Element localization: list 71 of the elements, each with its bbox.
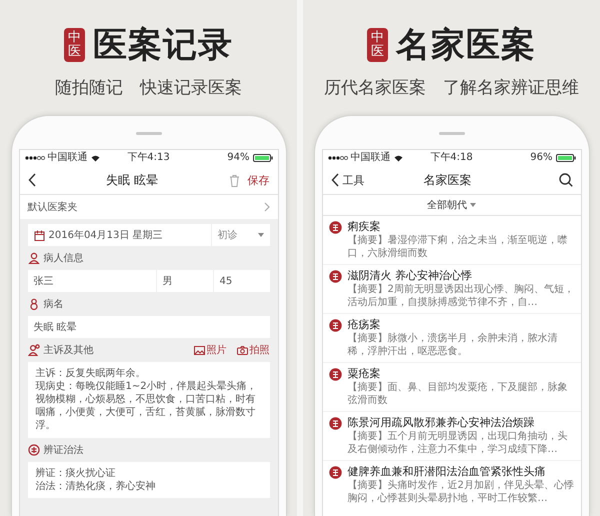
gourd-icon bbox=[28, 298, 40, 310]
text-area[interactable]: 辨证：痰火扰心证 治法：清热化痰，养心安神 bbox=[28, 462, 270, 498]
signal-icon bbox=[328, 155, 348, 161]
screen-title: 名家医案 bbox=[422, 172, 472, 188]
case-summary: 【摘要】面、鼻、目部均发粟疮，下及腿部，脉象弦滑而数 bbox=[348, 382, 568, 407]
battery-icon bbox=[252, 154, 272, 162]
case-summary: 【摘要】脉微小，溃疡半月，余肿未消，脓水清稀，浮肿汗出，呕恶恶食。 bbox=[348, 333, 558, 358]
seal-icon bbox=[328, 221, 342, 234]
photo-button[interactable]: 照片 bbox=[188, 343, 226, 357]
save-button[interactable]: 保存 bbox=[248, 172, 270, 188]
status-time: 下午4:18 bbox=[430, 152, 473, 164]
circle-icon bbox=[28, 444, 40, 456]
tagline: 历代名家医案 了解名家辨证思维 bbox=[324, 77, 579, 99]
section-label: 病名 bbox=[44, 298, 64, 311]
battery-percent: 96% bbox=[530, 152, 552, 164]
image-icon bbox=[194, 346, 204, 354]
speaker-slot bbox=[136, 132, 162, 135]
calendar-icon bbox=[34, 230, 44, 240]
section-label: 病人信息 bbox=[44, 252, 84, 265]
case-title[interactable]: 健脾养血兼和肝潜阳法治血管紧张性头痛 bbox=[348, 465, 574, 479]
input-field[interactable]: 45 bbox=[214, 270, 270, 292]
seal-icon bbox=[328, 466, 342, 479]
wifi-icon bbox=[394, 154, 402, 162]
case-title[interactable]: 疮疡案 bbox=[348, 318, 574, 332]
seal-logo: 中医 bbox=[64, 28, 85, 62]
caret-icon bbox=[258, 233, 264, 237]
case-title[interactable]: 滋阴清火 养心安神治心悸 bbox=[348, 269, 574, 283]
battery-icon bbox=[556, 154, 576, 162]
seal-logo: 中医 bbox=[367, 28, 388, 62]
chevron-icon bbox=[264, 202, 270, 212]
case-title[interactable]: 陈景河用疏风散邪兼养心安神法治烦躁 bbox=[348, 416, 574, 430]
folder-item[interactable]: 默认医案夹 bbox=[20, 195, 278, 219]
date-field[interactable]: 2016年04月13日 星期三 bbox=[28, 224, 210, 246]
case-summary: 【摘要】暑湿停滞下痢，治之未当，渐至呃逆，噤口，六脉滑细而数 bbox=[348, 235, 568, 260]
signal-icon bbox=[24, 155, 44, 161]
back-icon[interactable] bbox=[28, 173, 36, 187]
case-summary: 【摘要】五个月前无明显诱因，出现口角抽动，头及右侧倾动作，注意力不集中，学习成绩下降… bbox=[348, 431, 568, 456]
case-title[interactable]: 痢疾案 bbox=[348, 220, 574, 234]
seal-icon bbox=[328, 319, 342, 332]
battery-percent: 94% bbox=[227, 152, 250, 164]
case-summary: 【摘要】2周前无明显诱因出现心悸、胸闷、气短，活动后加重，自摸脉搏感觉节律不齐，自… bbox=[348, 284, 574, 309]
dynasty-filter[interactable]: 全部朝代 bbox=[427, 198, 476, 212]
back-button[interactable]: 工具 bbox=[330, 172, 364, 188]
input-field[interactable]: 张三 bbox=[28, 270, 156, 292]
status-time: 下午4:13 bbox=[127, 152, 170, 164]
camera-icon bbox=[236, 346, 248, 354]
tagline: 随拍随记 快速记录医案 bbox=[55, 77, 242, 99]
case-title[interactable]: 粟疮案 bbox=[348, 367, 574, 381]
search-icon[interactable] bbox=[558, 173, 572, 187]
caret-icon bbox=[470, 203, 476, 207]
input-field[interactable]: 男 bbox=[156, 270, 212, 292]
carrier-name: 中国联通 bbox=[48, 152, 88, 164]
text-area[interactable]: 主诉：反复失眠两年余。 现病史：每晚仅能睡1~2小时，伴晨起头晕头痛，视物模糊，心烦易怒，不思饮食，口苦口粘，时有咽痛，小便黄，大便可，舌红，苔黄腻，脉滑数寸浮。 bbox=[28, 362, 270, 438]
camera-button[interactable]: 拍照 bbox=[230, 343, 270, 357]
headline: 名家医案 bbox=[396, 24, 536, 67]
case-summary: 【摘要】头痛时发作，近2月加剧，伴见头晕、心悸胸闷，心悸甚则头晕易扑地，平时工作较繁… bbox=[348, 480, 574, 505]
seal-icon bbox=[328, 270, 342, 283]
figure-icon bbox=[28, 344, 40, 356]
headline: 医案记录 bbox=[93, 24, 233, 67]
chevron-icon bbox=[330, 173, 338, 187]
carrier-name: 中国联通 bbox=[350, 152, 390, 164]
seal-icon bbox=[328, 417, 342, 430]
speaker-slot bbox=[438, 132, 464, 135]
input-field[interactable]: 失眠 眩晕 bbox=[28, 316, 270, 338]
person-icon bbox=[28, 252, 40, 264]
screen-title: 失眠 眩晕 bbox=[105, 172, 159, 188]
seal-icon bbox=[328, 368, 342, 381]
wifi-icon bbox=[90, 154, 100, 162]
section-label: 辨证治法 bbox=[44, 444, 84, 457]
visit-dropdown[interactable]: 初诊 bbox=[212, 224, 270, 246]
section-label: 主诉及其他 bbox=[44, 344, 94, 357]
